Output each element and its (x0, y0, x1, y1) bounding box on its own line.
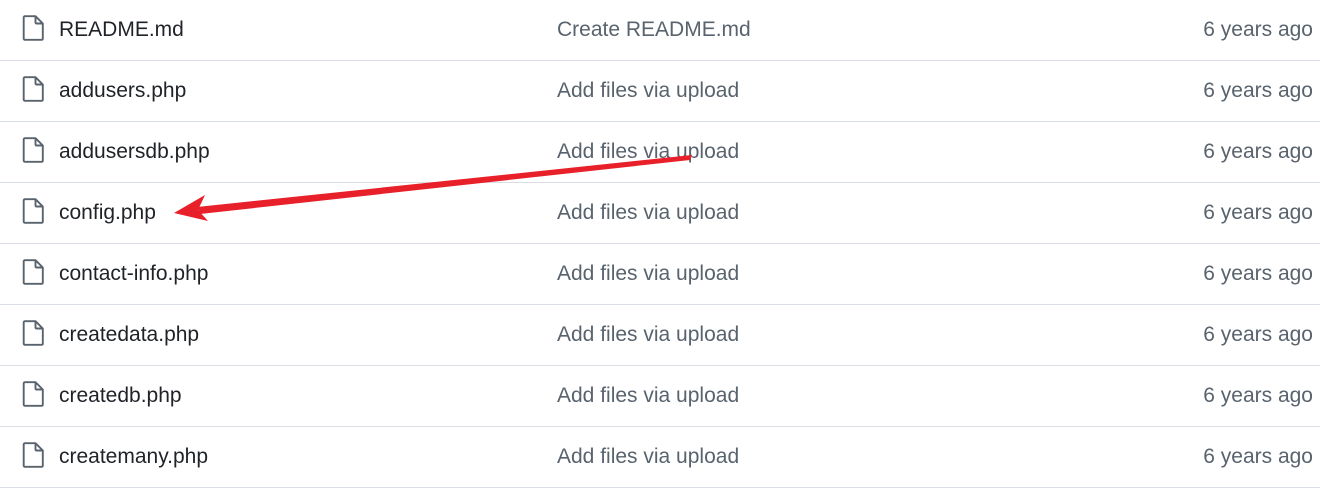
commit-age: 6 years ago (1203, 18, 1313, 41)
file-icon (22, 198, 44, 224)
commit-message-link[interactable]: Add files via upload (557, 244, 739, 304)
file-row[interactable]: addusersdb.php Add files via upload 6 year… (0, 122, 1320, 183)
file-row[interactable]: createdata.php Add files via upload 6 year… (0, 305, 1320, 366)
file-icon (22, 259, 44, 285)
file-row[interactable]: contact-info.php Add files via upload 6 ye… (0, 244, 1320, 305)
commit-message-link[interactable]: Create README.md (557, 0, 751, 60)
file-name-link[interactable]: createmany.php (59, 427, 208, 487)
commit-age: 6 years ago (1203, 79, 1313, 102)
commit-message-link[interactable]: Add files via upload (557, 183, 739, 243)
file-name-link[interactable]: config.php (59, 183, 156, 243)
file-name-link[interactable]: createdata.php (59, 305, 199, 365)
file-name-link[interactable]: README.md (59, 0, 184, 60)
commit-age: 6 years ago (1203, 384, 1313, 407)
file-name-link[interactable]: contact-info.php (59, 244, 208, 304)
file-icon (22, 76, 44, 102)
file-icon (22, 320, 44, 346)
commit-age: 6 years ago (1203, 262, 1313, 285)
commit-message-link[interactable]: Add files via upload (557, 427, 739, 487)
commit-age: 6 years ago (1203, 140, 1313, 163)
file-row[interactable]: createdb.php Add files via upload 6 years … (0, 366, 1320, 427)
commit-message-link[interactable]: Add files via upload (557, 305, 739, 365)
file-row[interactable]: createmany.php Add files via upload 6 year… (0, 427, 1320, 488)
commit-age: 6 years ago (1203, 445, 1313, 468)
commit-age: 6 years ago (1203, 323, 1313, 346)
file-row[interactable]: config.php Add files via upload 6 years ag… (0, 183, 1320, 244)
commit-message-link[interactable]: Add files via upload (557, 61, 739, 121)
file-icon (22, 15, 44, 41)
file-icon (22, 137, 44, 163)
file-row[interactable]: README.md Create README.md 6 years ago (0, 0, 1320, 61)
file-name-link[interactable]: createdb.php (59, 366, 182, 426)
file-row[interactable]: addusers.php Add files via upload 6 years … (0, 61, 1320, 122)
file-icon (22, 442, 44, 468)
commit-message-link[interactable]: Add files via upload (557, 366, 739, 426)
commit-age: 6 years ago (1203, 201, 1313, 224)
commit-message-link[interactable]: Add files via upload (557, 122, 739, 182)
file-name-link[interactable]: addusersdb.php (59, 122, 210, 182)
file-name-link[interactable]: addusers.php (59, 61, 186, 121)
file-list: README.md Create README.md 6 years ago addu… (0, 0, 1320, 491)
file-icon (22, 381, 44, 407)
